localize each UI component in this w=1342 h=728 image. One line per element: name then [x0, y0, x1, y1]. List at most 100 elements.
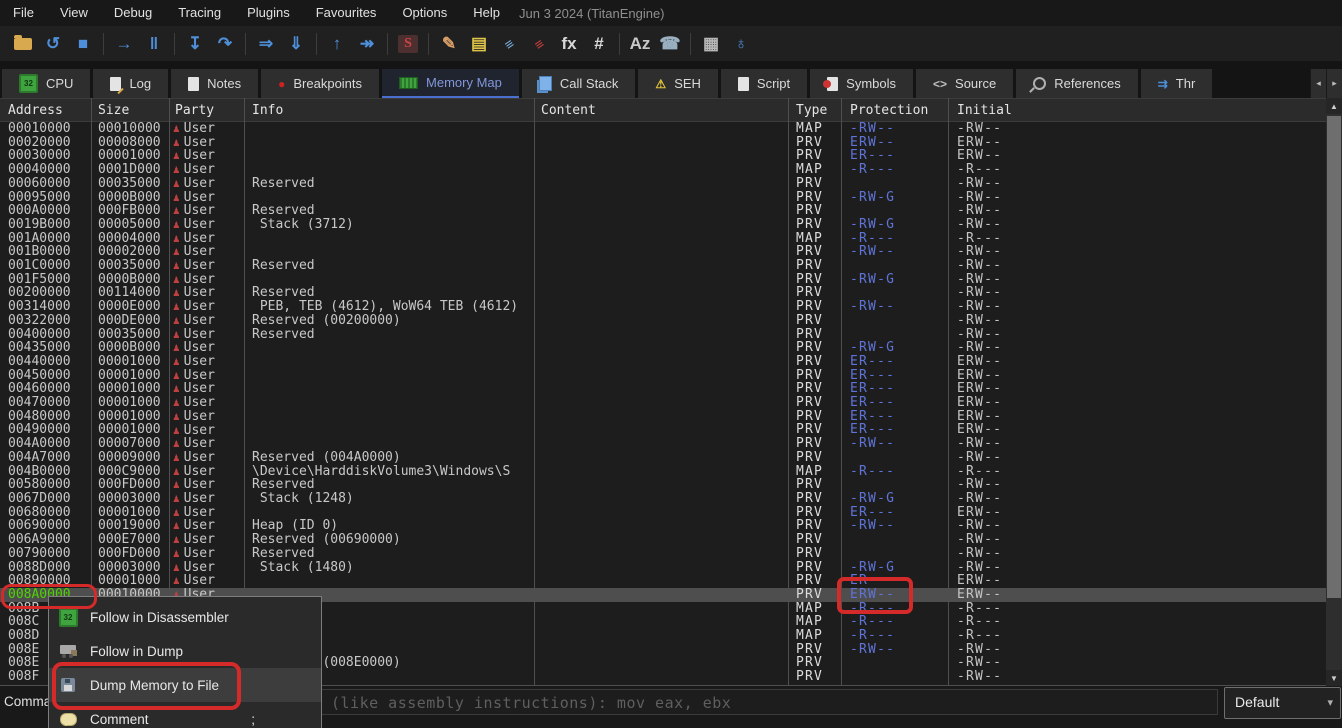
table-row[interactable]: 000A0000000FB000♟UserReservedPRV-RW--: [0, 204, 1326, 218]
menu-item-view[interactable]: View: [47, 0, 101, 26]
toolbar-pause-icon[interactable]: ‖: [139, 30, 169, 58]
table-row[interactable]: 004A700000009000♟UserReserved (004A0000)…: [0, 451, 1326, 465]
toolbar-run-to-user-code-icon[interactable]: ↠: [352, 30, 382, 58]
tab-source[interactable]: <>Source: [916, 69, 1013, 98]
table-row[interactable]: 0069000000019000♟UserHeap (ID 0)PRV-RW--…: [0, 519, 1326, 533]
column-header-party[interactable]: Party: [169, 103, 244, 118]
tab-notes[interactable]: Notes: [171, 69, 258, 98]
toolbar-trace-into-icon[interactable]: ⇓: [281, 30, 311, 58]
table-row[interactable]: 004B0000000C9000♟User\Device\HarddiskVol…: [0, 465, 1326, 479]
user-icon: ♟: [173, 328, 180, 342]
menu-item-tracing[interactable]: Tracing: [165, 0, 234, 26]
tab-seh[interactable]: ⚠SEH: [638, 69, 718, 98]
table-row[interactable]: 0001000000010000♟UserMAP-RW---RW--: [0, 122, 1326, 136]
table-row[interactable]: 0048000000001000♟UserPRVER---ERW--: [0, 410, 1326, 424]
table-row[interactable]: 001B000000002000♟UserPRV-RW---RW--: [0, 245, 1326, 259]
table-row[interactable]: 001C000000035000♟UserReservedPRV-RW--: [0, 259, 1326, 273]
scroll-down-icon[interactable]: ▼: [1326, 670, 1342, 686]
table-row[interactable]: 001F50000000B000♟UserPRV-RW-G-RW--: [0, 273, 1326, 287]
table-row[interactable]: 0002000000008000♟UserPRVERW--ERW--: [0, 136, 1326, 150]
table-row[interactable]: 0045000000001000♟UserPRVER---ERW--: [0, 369, 1326, 383]
table-row[interactable]: 000400000001D000♟UserMAP-R----R---: [0, 163, 1326, 177]
vertical-scrollbar[interactable]: ▲ ▼: [1326, 98, 1342, 686]
menu-item-favourites[interactable]: Favourites: [303, 0, 390, 26]
toolbar-open-file-icon[interactable]: [8, 30, 38, 58]
tab-symbols[interactable]: Symbols: [810, 69, 913, 98]
toolbar-step-over-icon[interactable]: ↷: [210, 30, 240, 58]
menu-item-plugins[interactable]: Plugins: [234, 0, 303, 26]
memory-map-header-row[interactable]: AddressSizePartyInfoContentTypeProtectio…: [0, 98, 1326, 122]
table-row[interactable]: 00322000000DE000♟UserReserved (00200000)…: [0, 314, 1326, 328]
toolbar-function-icon[interactable]: fx: [554, 30, 584, 58]
table-row[interactable]: 003140000000E000♟User PEB, TEB (4612), W…: [0, 300, 1326, 314]
table-row[interactable]: 0020000000114000♟UserReservedPRV-RW--: [0, 286, 1326, 300]
tab-cpu[interactable]: 32CPU: [2, 69, 90, 98]
menu-item-follow-in-dump[interactable]: Follow in Dump: [49, 634, 321, 668]
tab-references[interactable]: References: [1016, 69, 1137, 98]
table-row[interactable]: 0006000000035000♟UserReservedPRV-RW--: [0, 177, 1326, 191]
table-row[interactable]: 0040000000035000♟UserReservedPRV-RW--: [0, 328, 1326, 342]
tab-script[interactable]: Script: [721, 69, 807, 98]
tab-scroll-left-icon[interactable]: ◂: [1310, 69, 1326, 98]
table-row[interactable]: 0019B00000005000♟User Stack (3712)PRV-RW…: [0, 218, 1326, 232]
tab-call-stack[interactable]: Call Stack: [522, 69, 636, 98]
menu-item-debug[interactable]: Debug: [101, 0, 165, 26]
table-row[interactable]: 0003000000001000♟UserPRVER---ERW--: [0, 149, 1326, 163]
tab-log[interactable]: Log: [93, 69, 168, 98]
table-row[interactable]: 0049000000001000♟UserPRVER---ERW--: [0, 423, 1326, 437]
menu-item-options[interactable]: Options: [389, 0, 460, 26]
table-row[interactable]: 000950000000B000♟UserPRV-RW-G-RW--: [0, 191, 1326, 205]
menu-item-comment[interactable]: Comment;: [49, 702, 321, 728]
toolbar-trace-over-icon[interactable]: ⇒: [251, 30, 281, 58]
toolbar-patch-icon[interactable]: ✎: [434, 30, 464, 58]
table-row[interactable]: 004350000000B000♟UserPRV-RW-G-RW--: [0, 341, 1326, 355]
toolbar-label-icon[interactable]: ≡: [494, 30, 524, 58]
menu-item-help[interactable]: Help: [460, 0, 513, 26]
table-row[interactable]: 001A000000004000♟UserMAP-R----R---: [0, 232, 1326, 246]
column-header-address[interactable]: Address: [0, 103, 91, 118]
toolbar-comment-icon[interactable]: ▤: [464, 30, 494, 58]
scrollbar-thumb[interactable]: [1327, 116, 1341, 598]
menu-item-file[interactable]: File: [0, 0, 47, 26]
toolbar-hash-icon[interactable]: #: [584, 30, 614, 58]
toolbar-step-out-icon[interactable]: ↑: [322, 30, 352, 58]
menu-item-dump-memory-to-file[interactable]: Dump Memory to File: [49, 668, 321, 702]
profile-dropdown[interactable]: Default ▾: [1224, 687, 1341, 719]
column-header-type[interactable]: Type: [788, 103, 841, 118]
toolbar-globe-icon[interactable]: ♁: [726, 30, 756, 58]
table-row[interactable]: 0044000000001000♟UserPRVER---ERW--: [0, 355, 1326, 369]
table-row[interactable]: 0088D00000003000♟User Stack (1480)PRV-RW…: [0, 561, 1326, 575]
toolbar-restart-icon[interactable]: ↺: [38, 30, 68, 58]
table-row[interactable]: 00580000000FD000♟UserReservedPRV-RW--: [0, 478, 1326, 492]
column-header-size[interactable]: Size: [91, 103, 169, 118]
table-row[interactable]: 0068000000001000♟UserPRVER---ERW--: [0, 506, 1326, 520]
tab-breakpoints[interactable]: ●Breakpoints: [261, 69, 379, 98]
toolbar-scylla-icon[interactable]: S: [393, 30, 423, 58]
table-row[interactable]: 0046000000001000♟UserPRVER---ERW--: [0, 382, 1326, 396]
table-row[interactable]: 004A000000007000♟UserPRV-RW---RW--: [0, 437, 1326, 451]
toolbar-run-icon[interactable]: →: [109, 30, 139, 58]
tab-thr[interactable]: ⇉Thr: [1141, 69, 1213, 98]
table-row[interactable]: 00790000000FD000♟UserReservedPRV-RW--: [0, 547, 1326, 561]
column-header-info[interactable]: Info: [244, 103, 534, 118]
cell-info: [244, 437, 534, 451]
table-row[interactable]: 0089000000001000♟UserPRVER---ERW--: [0, 574, 1326, 588]
toolbar-stop-icon[interactable]: ■: [68, 30, 98, 58]
scroll-up-icon[interactable]: ▲: [1326, 98, 1342, 114]
tab-memory-map[interactable]: Memory Map: [382, 69, 519, 98]
toolbar-bookmark-icon[interactable]: ≡: [524, 30, 554, 58]
cell-initial: -RW--: [948, 643, 1326, 657]
toolbar-step-into-icon[interactable]: ↧: [180, 30, 210, 58]
toolbar-attach-icon[interactable]: ☎: [655, 30, 685, 58]
column-header-protection[interactable]: Protection: [841, 103, 948, 118]
column-header-initial[interactable]: Initial: [948, 103, 1326, 118]
tab-scroll-right-icon[interactable]: ▸: [1326, 69, 1342, 98]
table-row[interactable]: 0047000000001000♟UserPRVER---ERW--: [0, 396, 1326, 410]
toolbar-case-icon[interactable]: Az: [625, 30, 655, 58]
table-row[interactable]: 006A9000000E7000♟UserReserved (00690000)…: [0, 533, 1326, 547]
toolbar-calculator-icon[interactable]: ▦: [696, 30, 726, 58]
table-row[interactable]: 0067D00000003000♟User Stack (1248)PRV-RW…: [0, 492, 1326, 506]
column-header-content[interactable]: Content: [534, 103, 788, 118]
cell-content: [534, 533, 788, 547]
menu-item-follow-in-disassembler[interactable]: 32Follow in Disassembler: [49, 600, 321, 634]
